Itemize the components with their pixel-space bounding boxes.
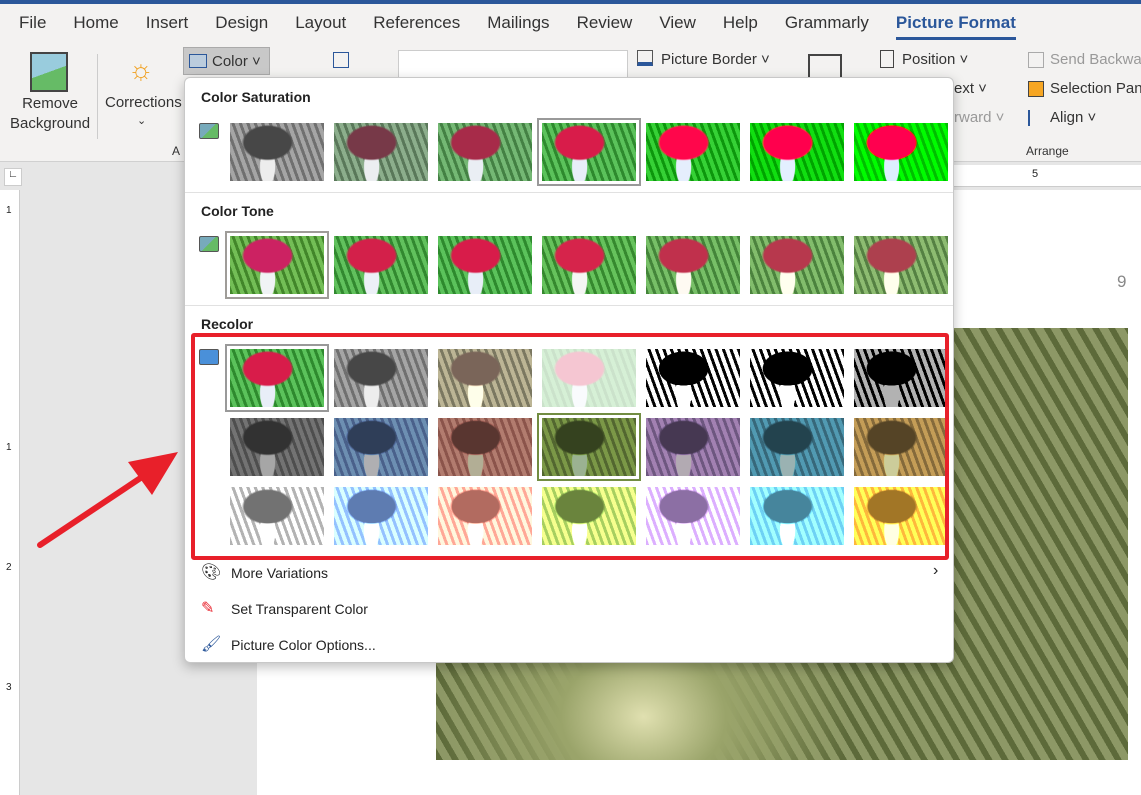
label: Selection Pan <box>1050 80 1141 97</box>
group-label-arrange: Arrange <box>1026 144 1069 158</box>
bring-forward-button[interactable]: rward ˅ <box>954 109 1004 126</box>
label: Picture Color Options... <box>231 637 376 653</box>
sun-icon: ☼ <box>128 54 154 85</box>
ribbon-tabs: File Home Insert Design Layout References Mail… <box>0 4 1141 42</box>
ruler-mark: 1 <box>6 442 12 453</box>
section-title-tone: Color Tone <box>201 203 274 219</box>
compress-icon[interactable] <box>333 52 349 68</box>
selection-pane-icon <box>1028 81 1044 98</box>
tab-insert[interactable]: Insert <box>146 13 189 33</box>
tab-selector[interactable]: ∟ <box>4 168 22 186</box>
tab-design[interactable]: Design <box>215 13 268 33</box>
color-variation-tile[interactable] <box>854 123 948 181</box>
recolor-highlight-box <box>191 333 949 560</box>
color-variation-tile[interactable] <box>537 118 641 186</box>
label: Position <box>902 51 956 68</box>
picture-border-icon <box>637 50 653 66</box>
color-variation-tile[interactable] <box>854 236 948 294</box>
tab-home[interactable]: Home <box>73 13 118 33</box>
color-variation-tile[interactable] <box>438 123 532 181</box>
label: rward <box>954 109 992 126</box>
vertical-ruler: 1 1 2 3 <box>0 190 20 795</box>
tab-references[interactable]: References <box>373 13 460 33</box>
group-label-adjust: A <box>172 144 181 158</box>
color-icon <box>189 54 207 68</box>
label: More Variations <box>231 565 329 581</box>
tab-mailings[interactable]: Mailings <box>487 13 549 33</box>
tab-grammarly[interactable]: Grammarly <box>785 13 869 33</box>
color-variation-tile[interactable] <box>750 123 844 181</box>
chevron-right-icon: › <box>933 562 939 579</box>
selection-pane-button[interactable]: Selection Pan <box>1028 80 1141 98</box>
red-arrow-annotation <box>37 452 178 548</box>
send-backward-button[interactable]: Send Backwa <box>1028 51 1141 69</box>
color-variation-tile[interactable] <box>225 231 329 299</box>
chevron-down-icon: ⌄ <box>137 115 147 127</box>
paint-bucket-icon: 🖌︎ <box>201 636 222 653</box>
label: ext <box>954 80 975 97</box>
divider <box>97 54 98 139</box>
section-title-recolor: Recolor <box>201 316 254 332</box>
color-variation-tile[interactable] <box>438 236 532 294</box>
more-variations-item[interactable]: More Variations <box>231 565 328 581</box>
color-variation-tile[interactable] <box>230 123 324 181</box>
align-icon <box>1028 110 1044 127</box>
send-backward-icon <box>1028 52 1044 69</box>
picture-border-button[interactable]: Picture Border ˅ <box>661 51 770 68</box>
ruler-mark: 3 <box>6 682 12 693</box>
label: Set Transparent Color <box>231 601 368 617</box>
label: Remove <box>22 95 78 112</box>
label: Align <box>1050 109 1084 126</box>
eyedropper-icon: ✎ <box>201 600 215 617</box>
color-variation-tile[interactable] <box>646 123 740 181</box>
color-variation-tile[interactable] <box>334 123 428 181</box>
ruler-mark: 1 <box>6 205 12 216</box>
label: Picture Border <box>661 51 757 68</box>
wrap-text-button[interactable]: ext ˅ <box>954 80 987 97</box>
ruler-mark: 5 <box>1032 168 1039 180</box>
page-number: 9 <box>1117 272 1127 291</box>
label: Color <box>212 53 248 70</box>
position-button[interactable]: Position ˅ <box>902 51 968 68</box>
label: Send Backwa <box>1050 51 1141 68</box>
tab-layout[interactable]: Layout <box>295 13 346 33</box>
section-title-saturation: Color Saturation <box>201 89 311 105</box>
divider <box>185 192 953 193</box>
color-variation-tile[interactable] <box>750 236 844 294</box>
picture-color-options-item[interactable]: Picture Color Options... <box>231 637 376 653</box>
set-transparent-color-item[interactable]: Set Transparent Color <box>231 601 368 617</box>
saturation-icon <box>199 123 219 139</box>
palette-icon: 🎨︎ <box>201 564 222 581</box>
tab-picture-format[interactable]: Picture Format <box>895 13 1016 40</box>
color-variation-tile[interactable] <box>334 236 428 294</box>
remove-background-button[interactable]: Remove Background <box>10 94 90 134</box>
tab-help[interactable]: Help <box>723 13 758 33</box>
align-button[interactable]: Align ˅ <box>1028 109 1096 127</box>
ruler-mark: 2 <box>6 562 12 573</box>
tone-icon <box>199 236 219 252</box>
corrections-button[interactable]: Corrections <box>105 94 182 111</box>
remove-background-icon <box>30 52 68 92</box>
label: Background <box>10 115 91 132</box>
divider <box>185 305 953 306</box>
position-icon <box>880 50 894 68</box>
tab-review[interactable]: Review <box>577 13 633 33</box>
tab-view[interactable]: View <box>659 13 696 33</box>
color-variation-tile[interactable] <box>542 236 636 294</box>
color-variation-tile[interactable] <box>646 236 740 294</box>
tab-file[interactable]: File <box>19 13 46 33</box>
